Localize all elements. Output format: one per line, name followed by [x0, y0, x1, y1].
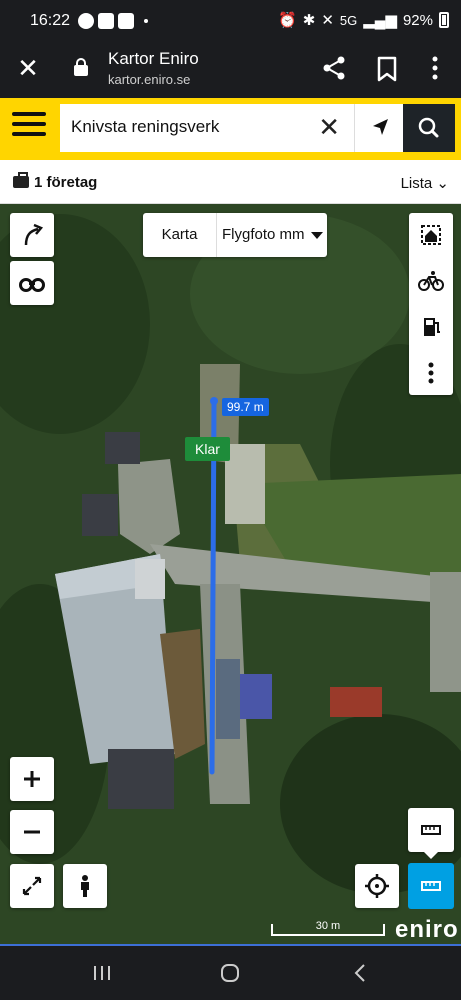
list-toggle[interactable]: Lista ⌄: [401, 174, 449, 192]
pegman-icon: [81, 875, 89, 897]
ev-charger-icon: [424, 318, 440, 336]
linkedin-icon: [118, 13, 134, 29]
battery-percent: 92%: [402, 11, 433, 29]
home-icon: [221, 964, 239, 982]
crosshair-icon: [365, 874, 389, 898]
ruler-icon: [421, 881, 441, 891]
measure-tool-button[interactable]: [408, 863, 454, 909]
home-area-icon: [421, 225, 441, 245]
hamburger-menu-icon[interactable]: [12, 112, 46, 142]
close-tab-button[interactable]: ✕: [14, 54, 42, 82]
bicycle-icon: [418, 271, 444, 291]
distance-label: 99.7 m: [222, 398, 269, 416]
back-button[interactable]: [330, 946, 390, 1000]
search-button[interactable]: [403, 104, 455, 152]
battery-icon: [439, 12, 449, 28]
route-button[interactable]: [10, 213, 54, 257]
home-button[interactable]: [200, 946, 260, 1000]
map-type-flygfoto[interactable]: Flygfoto mm: [222, 213, 305, 257]
search-input-value: Knivsta reningsverk: [71, 117, 220, 136]
messenger-icon: [78, 13, 94, 29]
caret-down-icon: [311, 232, 323, 239]
youtube-icon: [98, 13, 114, 29]
street-view-button[interactable]: [63, 864, 107, 908]
signal-icon: ▂▄▆: [363, 12, 397, 29]
measure-tool-tooltip[interactable]: [408, 808, 454, 859]
binoculars-icon: [19, 278, 45, 292]
map-scale-label: 30 m: [315, 920, 341, 932]
mute-icon: ✕: [321, 12, 334, 29]
status-time: 16:22: [30, 12, 71, 29]
route-arrow-icon: [24, 223, 44, 246]
bluetooth-icon: ✱: [302, 12, 316, 29]
results-bar: 1 företag Lista ⌄: [0, 160, 461, 204]
bookmark-icon[interactable]: [376, 56, 398, 82]
briefcase-icon: [13, 172, 29, 188]
ruler-icon: [421, 825, 441, 835]
list-toggle-label: Lista: [400, 175, 433, 192]
measure-start-point: [210, 397, 218, 405]
map-type-toggle[interactable]: Karta Flygfoto mm: [143, 213, 327, 257]
share-icon[interactable]: [320, 54, 348, 82]
zoom-in-button[interactable]: [10, 757, 54, 801]
notification-dot-icon: [144, 19, 148, 23]
clear-search-icon[interactable]: ✕: [318, 113, 340, 141]
map-layers-panel: [409, 213, 453, 395]
more-vertical-icon: [428, 362, 434, 384]
more-layers-button[interactable]: [409, 351, 453, 395]
chevron-down-icon: ⌄: [436, 175, 449, 192]
map-scale: 30 m: [271, 920, 385, 936]
center-location-button[interactable]: [355, 864, 399, 908]
bike-layer-button[interactable]: [409, 259, 453, 303]
zoom-out-button[interactable]: [10, 810, 54, 854]
charging-layer-button[interactable]: [409, 305, 453, 349]
lock-icon[interactable]: [74, 58, 88, 76]
map-type-karta[interactable]: Karta: [143, 213, 217, 257]
search-input[interactable]: Knivsta reningsverk ✕: [60, 104, 354, 152]
browser-bar: ✕ Kartor Eniro kartor.eniro.se: [0, 42, 461, 98]
android-nav-bar: [0, 944, 461, 1000]
minus-icon: [24, 830, 40, 834]
expand-icon: [22, 876, 42, 896]
plus-icon: [24, 771, 40, 787]
more-options-icon[interactable]: [425, 54, 445, 82]
navigation-arrow-icon: [373, 119, 388, 135]
recent-apps-icon: [94, 966, 110, 980]
search-header: Knivsta reningsverk ✕: [0, 98, 461, 160]
recent-apps-button[interactable]: [72, 946, 132, 1000]
status-bar: 16:22 ⏰ ✱ ✕ 5G ▂▄▆ 92%: [0, 0, 461, 42]
map-view[interactable]: Karta Flygfoto mm 99.7 m Klar 30 m eniro: [0, 204, 461, 944]
results-count[interactable]: 1 företag: [34, 174, 97, 191]
page-url[interactable]: kartor.eniro.se: [108, 72, 190, 87]
eniro-logo: eniro: [395, 916, 459, 943]
measure-line[interactable]: [0, 204, 461, 944]
binoculars-button[interactable]: [10, 261, 54, 305]
search-icon: [418, 117, 439, 138]
done-button[interactable]: Klar: [185, 437, 230, 461]
fullscreen-button[interactable]: [10, 864, 54, 908]
page-title: Kartor Eniro: [108, 49, 199, 68]
home-select-button[interactable]: [409, 213, 453, 257]
alarm-icon: ⏰: [278, 12, 297, 29]
back-icon: [354, 964, 365, 982]
network-type: 5G: [339, 12, 358, 28]
my-location-button[interactable]: [354, 104, 404, 152]
